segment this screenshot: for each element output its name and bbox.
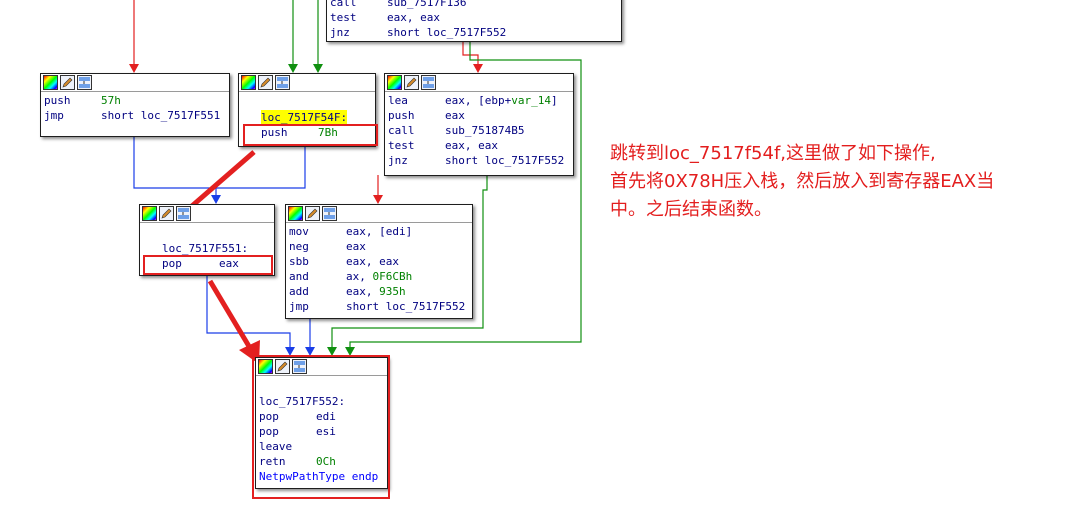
code-block-push57[interactable]: push 57h jmp short loc_7517F551 [40,73,230,137]
block-header [239,74,375,92]
asm-line: test eax, eax [330,11,440,24]
asm-line: and ax, 0F6CBh [289,270,413,283]
highlight-box-block-552 [252,355,390,499]
asm-line: jmp short loc_7517F551 [44,109,221,122]
edit-pencil-icon[interactable] [258,75,273,90]
code-block-top[interactable]: call sub_7517F136 test eax, eax jnz short l… [326,0,622,42]
asm-line: add eax, 935h [289,285,406,298]
block-header [41,74,229,92]
annotation-line-1: 跳转到loc_7517f54f,这里做了如下操作, [610,143,936,164]
code-block-lea[interactable]: lea eax, [ebp+ var_14] push eax call sub_751… [384,73,574,176]
block-header [385,74,573,92]
asm-line: jnz short loc_7517F552 [330,26,507,39]
color-palette-icon[interactable] [387,75,402,90]
asm-line: jmp short loc_7517F552 [289,300,466,313]
annotation-text: 跳转到loc_7517f54f,这里做了如下操作, 首先将0X78H压入栈，然后… [610,140,1060,224]
asm-line: sbb eax, eax [289,255,399,268]
asm-line: test eax, eax [388,139,498,152]
asm-line: push 57h [44,94,121,107]
highlight-box-pop-eax [143,255,273,275]
annotation-arrow-2 [207,279,253,350]
highlight-box-push7b [243,124,378,146]
color-palette-icon[interactable] [288,206,303,221]
asm-line: lea eax, [ebp+ var_14] [388,94,558,107]
edit-pencil-icon[interactable] [159,206,174,221]
block-label: loc_7517F551: [162,242,249,255]
edit-pencil-icon[interactable] [404,75,419,90]
color-palette-icon[interactable] [142,206,157,221]
asm-line: neg eax [289,240,366,253]
graph-overview-icon[interactable] [421,75,436,90]
edge-blue-54f-to-551 [216,145,306,189]
edge-blue-551-to-552 [206,273,291,349]
asm-line: push eax [388,109,465,122]
annotation-line-2: 首先将0X78H压入栈，然后放入到寄存器EAX当 [610,171,995,192]
edit-pencil-icon[interactable] [60,75,75,90]
asm-line: call sub_7517F136 [330,0,467,9]
graph-overview-icon[interactable] [77,75,92,90]
graph-overview-icon[interactable] [322,206,337,221]
asm-line: jnz short loc_7517F552 [388,154,565,167]
block-header [140,205,274,223]
asm-line: mov eax, [edi] [289,225,413,238]
block-header [286,205,472,223]
edge-blue-57-to-551 [133,136,217,197]
code-block-mov[interactable]: mov eax, [edi] neg eax sbb eax, eax and ax, … [285,204,473,319]
block-label: loc_7517F54F: [261,110,348,125]
color-palette-icon[interactable] [241,75,256,90]
asm-line: call sub_751874B5 [388,124,525,137]
graph-overview-icon[interactable] [176,206,191,221]
edit-pencil-icon[interactable] [305,206,320,221]
graph-overview-icon[interactable] [275,75,290,90]
color-palette-icon[interactable] [43,75,58,90]
annotation-line-3: 中。之后结束函数。 [610,199,772,220]
